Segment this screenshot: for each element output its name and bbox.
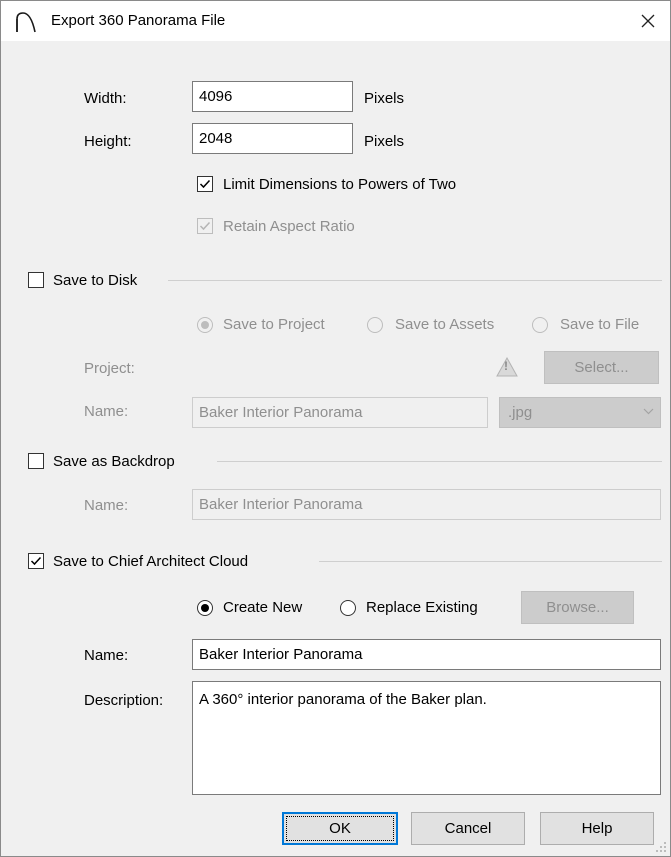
height-input[interactable]: 2048 [192,123,353,154]
replace-existing-radio[interactable] [340,600,356,616]
save-to-cloud-checkbox[interactable] [28,553,44,569]
cloud-name-input[interactable]: Baker Interior Panorama [192,639,661,670]
save-as-backdrop-divider [217,461,662,462]
format-value: .jpg [508,404,533,421]
disk-name-label: Name: [84,403,129,420]
height-unit: Pixels [364,133,405,150]
save-as-backdrop-label: Save as Backdrop [53,453,175,470]
limit-powers-label: Limit Dimensions to Powers of Two [223,176,457,193]
create-new-label: Create New [223,599,303,616]
close-icon [641,14,655,28]
project-label: Project: [84,360,135,377]
chevron-down-icon [643,408,654,415]
description-textarea[interactable]: A 360° interior panorama of the Baker pl… [192,681,661,795]
save-to-disk-label: Save to Disk [53,272,138,289]
save-to-assets-label: Save to Assets [395,316,495,333]
save-to-cloud-label: Save to Chief Architect Cloud [53,553,249,570]
retain-aspect-checkbox[interactable] [197,218,213,234]
browse-button[interactable]: Browse... [521,591,634,624]
create-new-radio[interactable] [197,600,213,616]
replace-existing-label: Replace Existing [366,599,478,616]
width-input[interactable]: 4096 [192,81,353,112]
save-to-cloud-divider [319,561,662,562]
limit-powers-checkbox[interactable] [197,176,213,192]
export-panorama-dialog: Export 360 Panorama File Width: 4096 Pix… [0,0,671,857]
save-to-assets-radio[interactable] [367,317,383,333]
warning-glyph: ! [504,359,508,373]
cloud-name-label: Name: [84,647,129,664]
save-to-project-radio[interactable] [197,317,213,333]
height-label: Height: [84,133,132,150]
title-bar: Export 360 Panorama File [1,1,670,41]
save-to-disk-divider [168,280,662,281]
backdrop-name-input[interactable]: Baker Interior Panorama [192,489,661,520]
save-as-backdrop-checkbox[interactable] [28,453,44,469]
backdrop-name-label: Name: [84,497,129,514]
save-to-file-radio[interactable] [532,317,548,333]
help-button[interactable]: Help [540,812,654,845]
save-to-disk-checkbox[interactable] [28,272,44,288]
checkmark-icon [199,221,211,231]
focus-rect [286,816,394,841]
save-to-project-label: Save to Project [223,316,325,333]
save-to-file-label: Save to File [560,316,640,333]
resize-grip-icon[interactable] [655,841,667,853]
close-button[interactable] [626,1,670,41]
width-label: Width: [84,90,127,107]
format-select[interactable]: .jpg [499,397,661,428]
description-label: Description: [84,692,164,709]
app-arch-icon [16,12,36,33]
cancel-button[interactable]: Cancel [411,812,525,845]
checkmark-icon [30,556,42,566]
checkmark-icon [199,179,211,189]
ok-button[interactable]: OK [282,812,398,845]
width-unit: Pixels [364,90,405,107]
dialog-title: Export 360 Panorama File [51,12,226,29]
retain-aspect-label: Retain Aspect Ratio [223,218,355,235]
select-button[interactable]: Select... [544,351,659,384]
disk-name-input[interactable]: Baker Interior Panorama [192,397,488,428]
